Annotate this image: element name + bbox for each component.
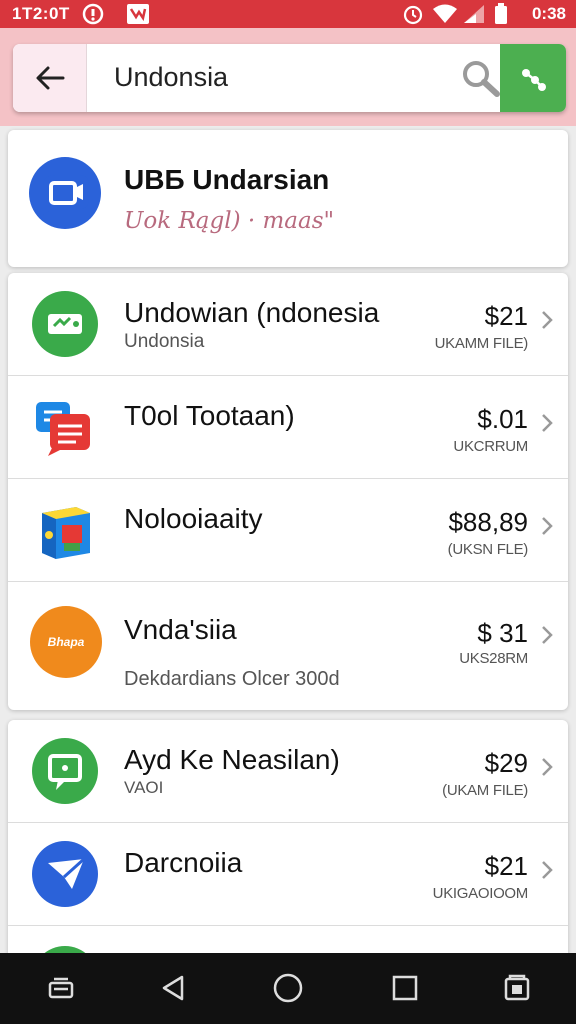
featured-subtitle: Uok Rągl) · maas": [124, 208, 335, 234]
list-item[interactable]: Ayd Ke Neasilan) VAOI $29 (UKAM FILE): [8, 720, 568, 823]
back-triangle-icon[interactable]: [156, 971, 190, 1005]
item-meta: UKCRRUM: [453, 438, 528, 455]
video-chat-icon: [29, 157, 101, 229]
chevron-right-icon: [542, 517, 553, 535]
alarm-icon: [402, 3, 424, 25]
chevron-right-icon: [542, 311, 553, 329]
battery-icon: [494, 3, 508, 25]
search-input[interactable]: Undonsia: [114, 62, 228, 93]
item-meta: UKS28RM: [459, 650, 528, 667]
signal-icon: [462, 3, 486, 25]
navigation-bar: [0, 953, 576, 1024]
item-title: Darcnoiia: [124, 847, 243, 878]
item-title: Vnda'siia: [124, 614, 237, 645]
search-bar[interactable]: Undonsia: [13, 44, 566, 112]
list-item[interactable]: Darcnoiia $21 UKIGAOIOOM: [8, 823, 568, 926]
item-title: T0ol Tootaan): [124, 400, 295, 431]
share-button[interactable]: [500, 44, 566, 112]
list-item[interactable]: Bhapa Vnda'siia Dekdardians Olcer 300d $…: [8, 582, 568, 709]
featured-card[interactable]: UBБ Undarsian Uok Rągl) · maas": [8, 130, 568, 267]
item-subtitle: Undonsia: [124, 331, 205, 352]
chevron-right-icon: [542, 414, 553, 432]
home-circle-icon[interactable]: [271, 971, 305, 1005]
item-price: $21: [484, 851, 528, 881]
orange-badge-icon: Bhapa: [30, 606, 102, 678]
wifi-icon: [432, 3, 458, 25]
recents-icon[interactable]: [44, 971, 78, 1005]
item-subtitle: Dekdardians Olcer 300d: [124, 668, 340, 690]
item-meta: UKAMM FILE): [434, 335, 529, 352]
green-chat-icon: [32, 738, 98, 804]
software-box-icon: [32, 497, 98, 563]
chevron-right-icon: [542, 758, 553, 776]
status-bar: 1T2:0T 0:38: [0, 0, 576, 28]
item-price: $.01: [477, 404, 528, 434]
chevron-right-icon: [542, 626, 553, 644]
badge-text: Bhapa: [47, 635, 85, 649]
item-price: $ 31: [477, 618, 528, 648]
item-title: Ayd Ke Neasilan): [124, 744, 340, 775]
item-subtitle: VAOI: [124, 778, 164, 797]
featured-title: UBБ Undarsian: [124, 164, 330, 195]
list-item[interactable]: Undowian (ndonesia Undonsia $21 UKAMM FI…: [8, 273, 568, 376]
item-meta: UKIGAOIOOM: [432, 885, 529, 902]
item-title: Undowian (ndonesia: [124, 297, 380, 328]
item-meta: (UKSN FLE): [447, 541, 529, 558]
square-icon[interactable]: [388, 971, 422, 1005]
item-title: Nolooiaaity: [124, 503, 263, 534]
list-item[interactable]: T0ol Tootaan) $.01 UKCRRUM: [8, 376, 568, 479]
back-button[interactable]: [13, 44, 87, 112]
status-time: 1T2:0T: [12, 4, 70, 23]
item-price: $29: [484, 748, 528, 778]
results-list: Undowian (ndonesia Undonsia $21 UKAMM FI…: [8, 273, 568, 710]
list-item[interactable]: Nolooiaaity $88,89 (UKSN FLE): [8, 479, 568, 582]
chat-bubbles-icon: [32, 394, 98, 460]
share-icon: [522, 69, 546, 91]
arrow-back-icon: [36, 66, 64, 90]
item-price: $21: [484, 301, 528, 331]
app-notification-icon: [126, 3, 150, 25]
search-icon[interactable]: [459, 58, 503, 98]
send-icon: [32, 841, 98, 907]
item-price: $88,89: [448, 507, 528, 537]
circle-alert-icon: [82, 3, 104, 25]
ticket-icon: [32, 291, 98, 357]
screenshot-icon[interactable]: [500, 971, 534, 1005]
status-clock: 0:38: [531, 4, 566, 23]
chevron-right-icon: [542, 861, 553, 879]
results-list-2: Ayd Ke Neasilan) VAOI $29 (UKAM FILE) Da…: [8, 720, 568, 960]
item-meta: (UKAM FILE): [442, 782, 528, 799]
